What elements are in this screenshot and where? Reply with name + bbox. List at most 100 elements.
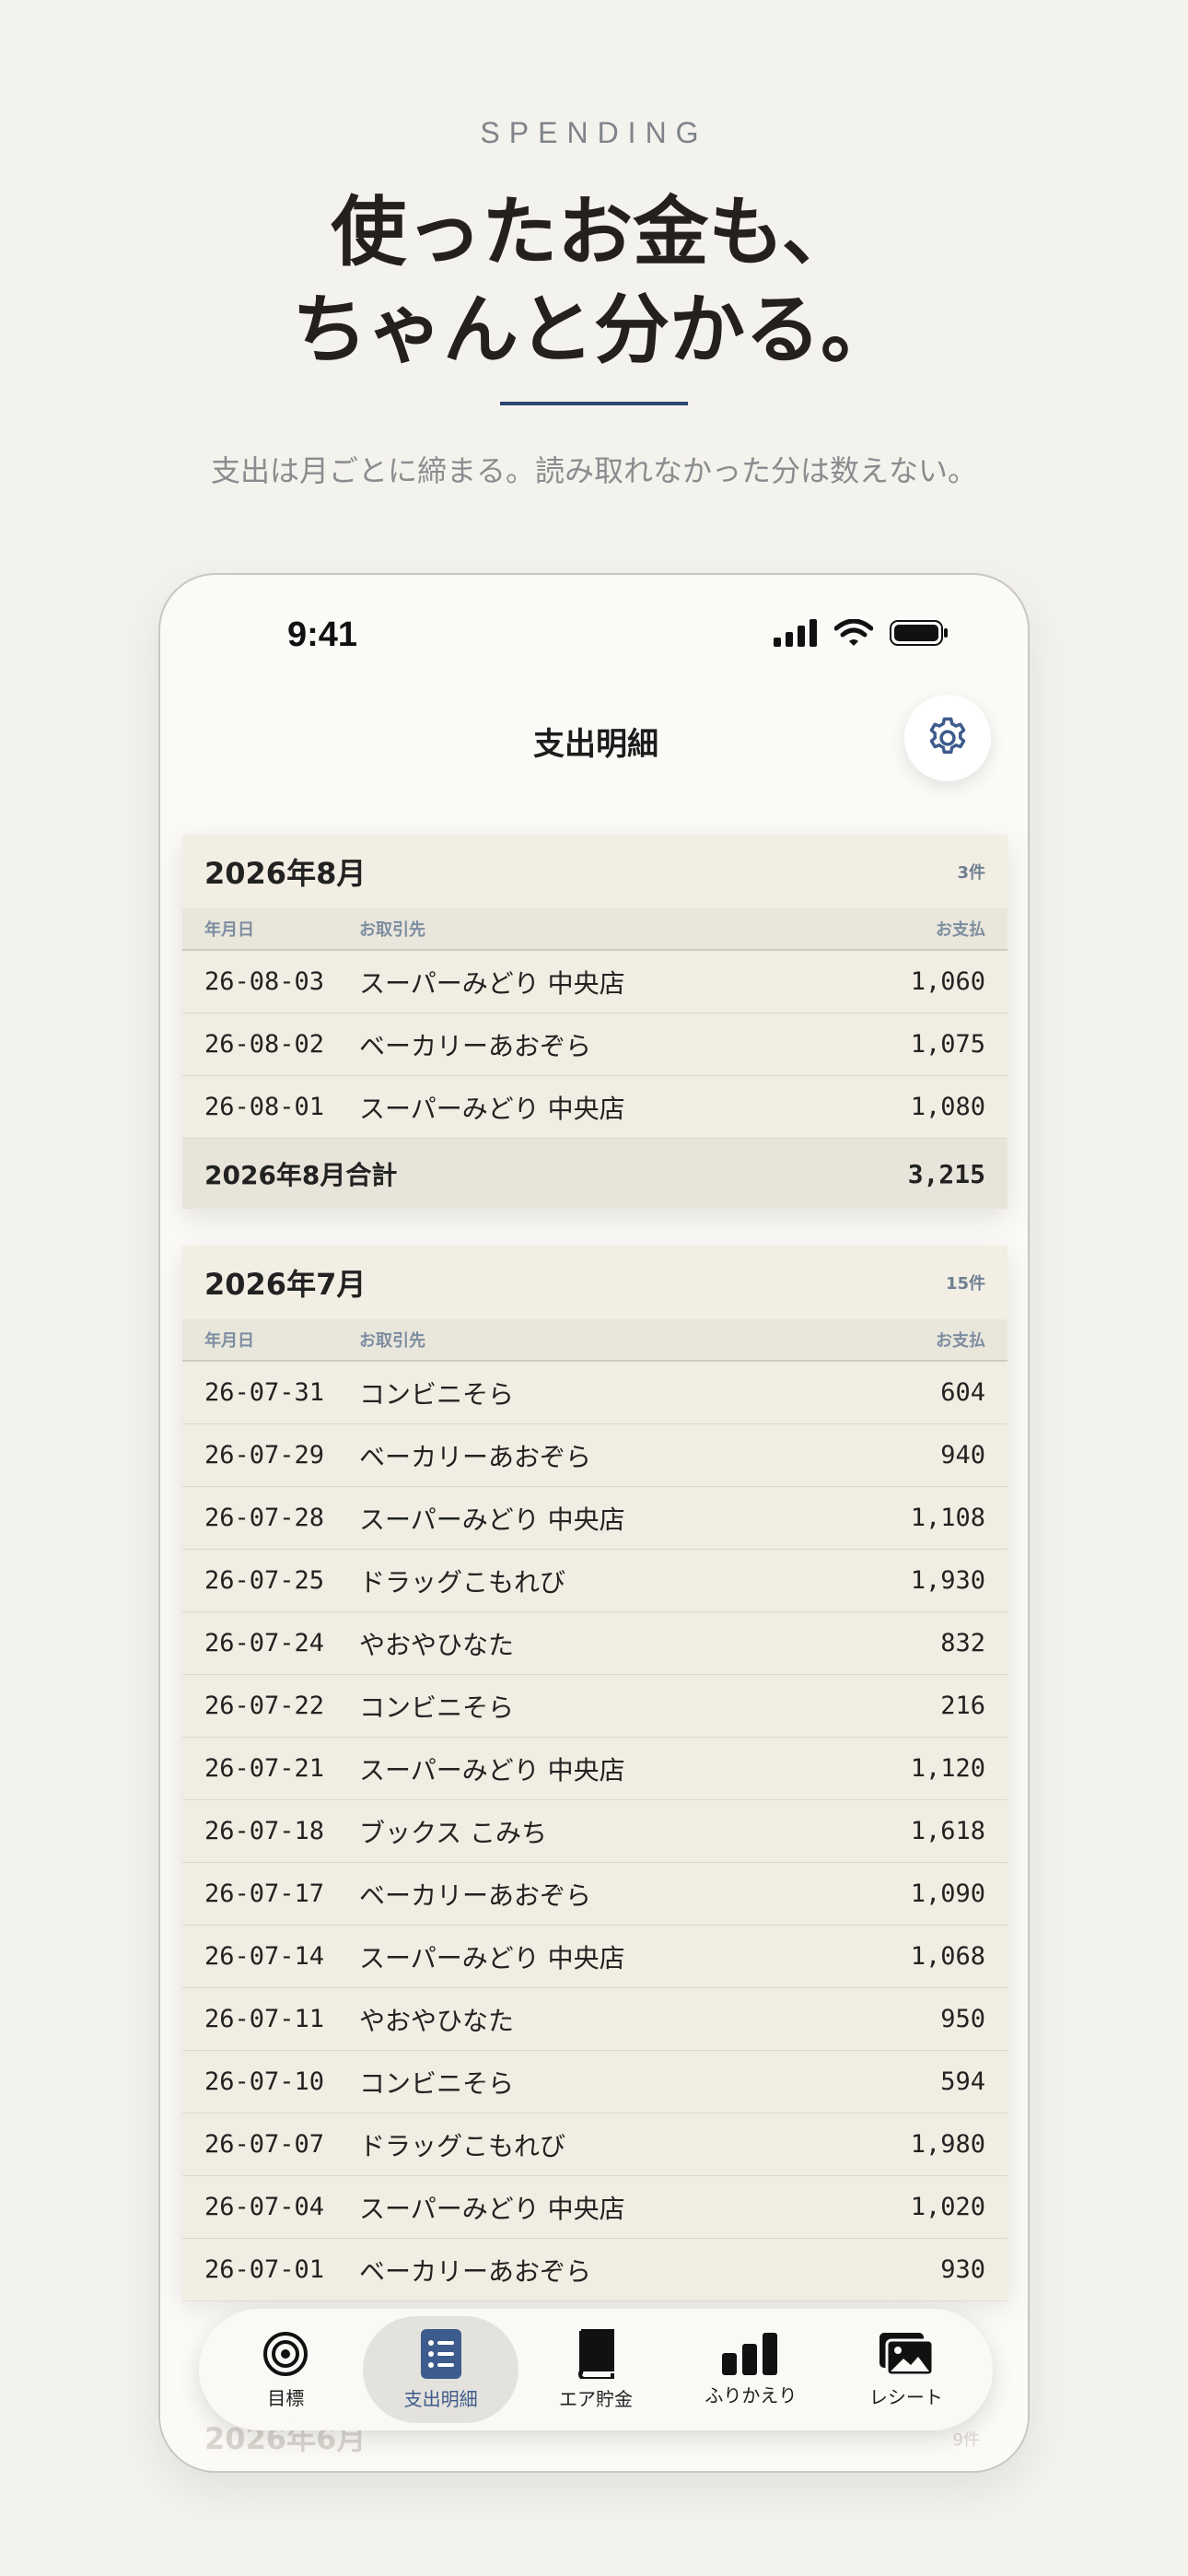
- row-date: 26-08-03: [204, 967, 325, 996]
- month-header: 2026年8月 3件: [182, 835, 1007, 908]
- table-row[interactable]: 26-07-25 ドラッグこもれび 1,930: [182, 1550, 1007, 1612]
- col-shop: お取引先: [359, 1331, 425, 1351]
- month-count: 3件: [957, 863, 985, 883]
- tab-label: レシート: [868, 2385, 943, 2408]
- row-amount: 1,068: [910, 1942, 985, 1971]
- table-row[interactable]: 26-07-29 ベーカリーあおぞら 940: [182, 1424, 1007, 1487]
- gear-icon: [929, 717, 966, 755]
- row-shop: スーパーみどり 中央店: [359, 1942, 625, 1973]
- month-title: 2026年7月: [204, 1267, 367, 1302]
- table-row[interactable]: 26-07-18 ブックス こみち 1,618: [182, 1800, 1007, 1863]
- row-shop: スーパーみどり 中央店: [359, 2193, 625, 2224]
- tab-label: ふりかえり: [705, 2383, 798, 2406]
- headline-line-1: 使ったお金も、: [331, 189, 857, 276]
- month-header: 2026年7月 15件: [182, 1246, 1007, 1319]
- row-date: 26-07-10: [204, 2067, 325, 2096]
- row-amount: 1,080: [910, 1093, 985, 1121]
- tab-spending[interactable]: 支出明細: [363, 2316, 518, 2423]
- table-row[interactable]: 26-08-01 スーパーみどり 中央店 1,080: [182, 1076, 1007, 1139]
- row-shop: ベーカリーあおぞら: [359, 2255, 592, 2287]
- row-date: 26-07-31: [204, 1378, 325, 1407]
- table-row[interactable]: 26-07-17 ベーカリーあおぞら 1,090: [182, 1863, 1007, 1926]
- table-row[interactable]: 26-07-28 スーパーみどり 中央店 1,108: [182, 1487, 1007, 1550]
- tab-receipt[interactable]: レシート: [829, 2316, 984, 2423]
- table-row[interactable]: 26-07-07 ドラッグこもれび 1,980: [182, 2113, 1007, 2176]
- row-amount: 604: [940, 1378, 985, 1407]
- table-row[interactable]: 26-07-31 コンビニそら 604: [182, 1362, 1007, 1424]
- book-icon: [578, 2328, 615, 2379]
- settings-button[interactable]: [904, 695, 991, 781]
- row-date: 26-07-25: [204, 1566, 325, 1595]
- column-header: 年月日 お取引先 お支払: [182, 1319, 1007, 1362]
- row-amount: 832: [940, 1629, 985, 1657]
- tab-review[interactable]: ふりかえり: [673, 2316, 828, 2423]
- row-amount: 1,090: [910, 1879, 985, 1908]
- row-amount: 1,980: [910, 2130, 985, 2159]
- row-amount: 950: [940, 2005, 985, 2033]
- row-shop: やおやひなた: [359, 2005, 515, 2036]
- row-amount: 216: [940, 1692, 985, 1720]
- row-shop: やおやひなた: [359, 1629, 515, 1660]
- table-row[interactable]: 26-07-10 コンビニそら 594: [182, 2051, 1007, 2113]
- row-amount: 594: [940, 2067, 985, 2096]
- headline: 使ったお金も、 ちゃんと分かる。: [0, 184, 1188, 380]
- tab-label: エア貯金: [559, 2387, 634, 2410]
- row-date: 26-07-24: [204, 1629, 325, 1657]
- row-amount: 930: [940, 2255, 985, 2284]
- row-amount: 1,120: [910, 1754, 985, 1783]
- table-row[interactable]: 26-07-21 スーパーみどり 中央店 1,120: [182, 1738, 1007, 1800]
- row-shop: コンビニそら: [359, 1378, 515, 1410]
- col-amount: お支払: [936, 1331, 985, 1351]
- row-amount: 1,108: [910, 1504, 985, 1532]
- col-shop: お取引先: [359, 920, 425, 940]
- tab-air-savings[interactable]: エア貯金: [518, 2316, 673, 2423]
- phone-frame: 9:41 支出明細 2026年8月 3件 年月日 お取引先 お支払 26-08-…: [158, 573, 1030, 2473]
- row-date: 26-07-11: [204, 2005, 325, 2033]
- tab-label: 目標: [267, 2386, 305, 2409]
- table-row[interactable]: 26-07-24 やおやひなた 832: [182, 1612, 1007, 1675]
- month-title: 2026年8月: [204, 856, 367, 891]
- row-date: 26-07-01: [204, 2255, 325, 2284]
- table-row[interactable]: 26-07-11 やおやひなた 950: [182, 1988, 1007, 2051]
- battery-icon: [890, 620, 948, 646]
- row-date: 26-07-22: [204, 1692, 325, 1720]
- row-amount: 940: [940, 1441, 985, 1469]
- row-date: 26-08-02: [204, 1030, 325, 1059]
- row-amount: 1,060: [910, 967, 985, 996]
- row-shop: ドラッグこもれび: [359, 2130, 566, 2161]
- row-shop: コンビニそら: [359, 2067, 515, 2099]
- column-header: 年月日 お取引先 お支払: [182, 908, 1007, 951]
- month-card-july: 2026年7月 15件 年月日 お取引先 お支払 26-07-31 コンビニそら 6…: [182, 1246, 1007, 2301]
- tab-bar: 目標 支出明細 エア貯金 ふりかえり レシート: [199, 2309, 993, 2430]
- target-icon: [263, 2331, 309, 2376]
- row-date: 26-07-04: [204, 2193, 325, 2221]
- row-date: 26-07-21: [204, 1754, 325, 1783]
- photos-icon: [879, 2332, 935, 2376]
- cellular-signal-icon: [774, 619, 817, 647]
- tab-goal[interactable]: 目標: [208, 2316, 363, 2423]
- wifi-icon: [834, 619, 873, 646]
- eyebrow-label: SPENDING: [480, 116, 708, 149]
- row-shop: ベーカリーあおぞら: [359, 1441, 592, 1472]
- status-time: 9:41: [287, 615, 358, 654]
- row-shop: ドラッグこもれび: [359, 1566, 566, 1598]
- subtitle: 支出は月ごとに締まる。読み取れなかった分は数えない。: [210, 453, 977, 488]
- tab-label: 支出明細: [403, 2387, 478, 2410]
- divider: [500, 402, 688, 405]
- table-row[interactable]: 26-07-04 スーパーみどり 中央店 1,020: [182, 2176, 1007, 2239]
- table-row[interactable]: 26-07-14 スーパーみどり 中央店 1,068: [182, 1926, 1007, 1988]
- row-date: 26-07-28: [204, 1504, 325, 1532]
- row-shop: ベーカリーあおぞら: [359, 1030, 592, 1061]
- row-date: 26-07-07: [204, 2130, 325, 2159]
- status-icons: [774, 619, 949, 647]
- nav-title: 支出明細: [533, 726, 658, 763]
- table-row[interactable]: 26-08-03 スーパーみどり 中央店 1,060: [182, 951, 1007, 1013]
- row-amount: 1,930: [910, 1566, 985, 1595]
- row-date: 26-07-29: [204, 1441, 325, 1469]
- table-row[interactable]: 26-08-02 ベーカリーあおぞら 1,075: [182, 1013, 1007, 1076]
- row-shop: ベーカリーあおぞら: [359, 1879, 592, 1911]
- col-amount: お支払: [936, 920, 985, 940]
- headline-line-2: ちゃんと分かる。: [291, 287, 896, 374]
- row-date: 26-07-14: [204, 1942, 325, 1971]
- table-row[interactable]: 26-07-22 コンビニそら 216: [182, 1675, 1007, 1738]
